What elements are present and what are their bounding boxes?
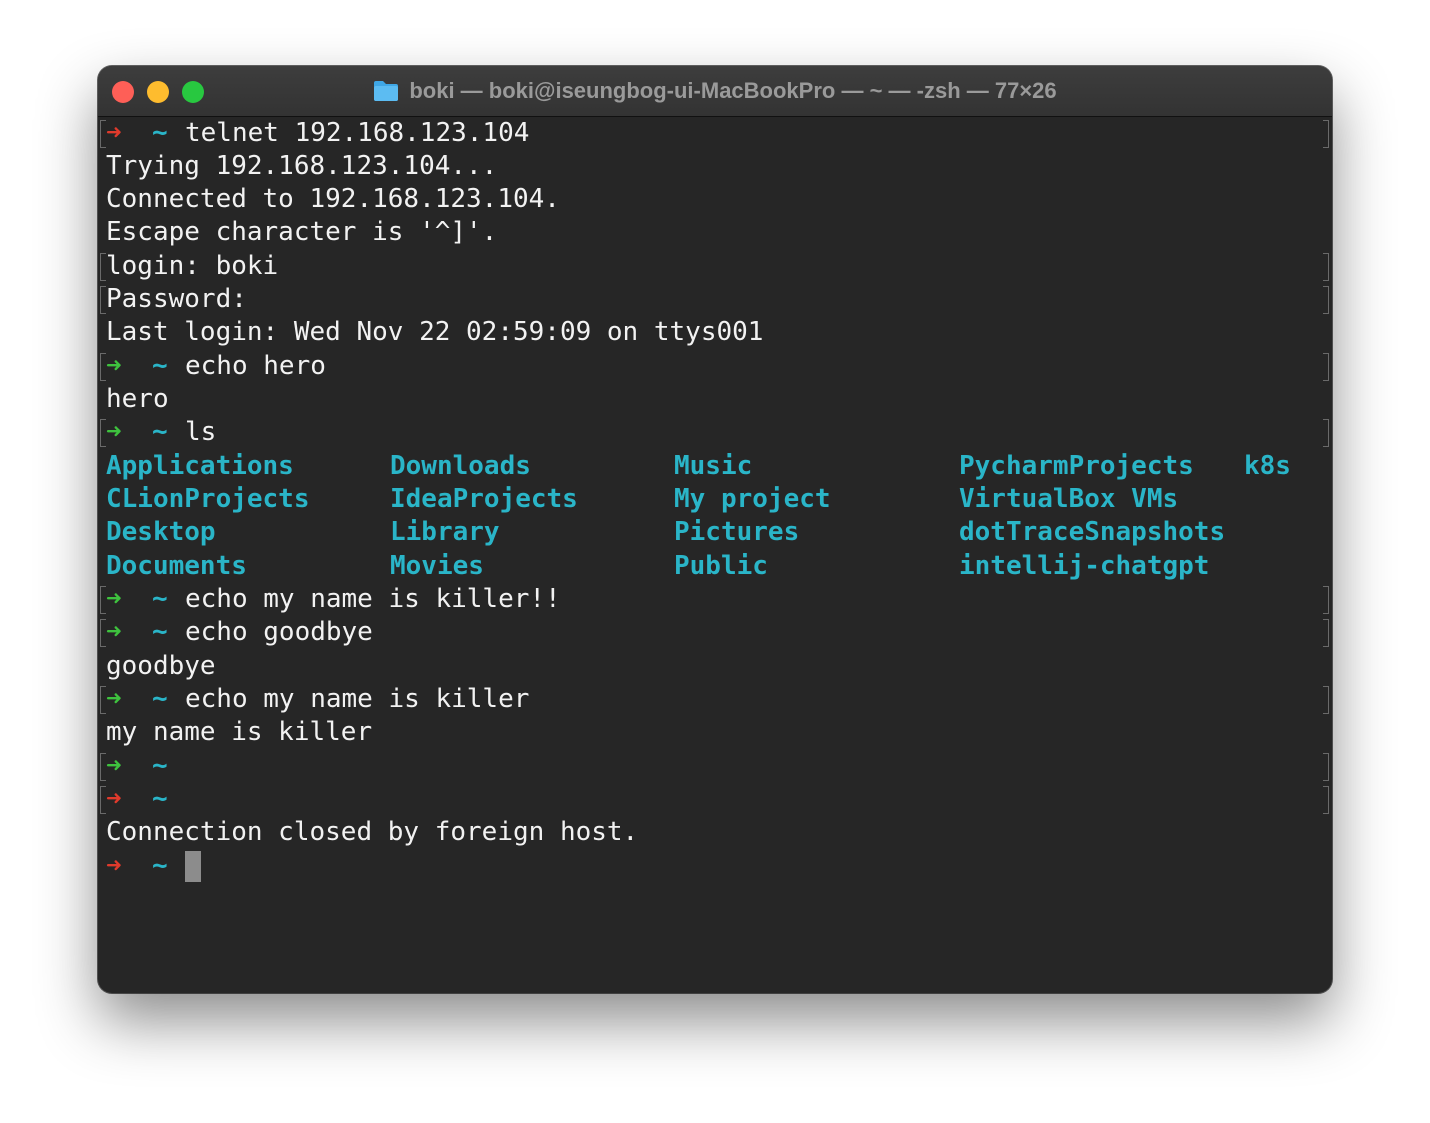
terminal-output[interactable]: ➜ ~ telnet 192.168.123.104 Trying 192.16… — [98, 117, 1332, 993]
dir-entry: Applications — [106, 451, 294, 481]
output-text: Password: — [106, 284, 247, 314]
command-text: ls — [185, 417, 217, 447]
prompt-arrow-icon: ➜ — [106, 617, 122, 647]
prompt-arrow-error-icon: ➜ — [106, 851, 122, 881]
mark-right — [1323, 786, 1329, 814]
prompt-line: ➜ ~ ls — [98, 416, 1332, 449]
output-line: Password: — [98, 283, 1332, 316]
dir-entry: k8s — [1244, 451, 1291, 481]
text-cursor[interactable] — [185, 851, 201, 882]
dir-entry: VirtualBox VMs — [959, 484, 1179, 514]
prompt-cwd: ~ — [152, 617, 168, 647]
window-title: boki — boki@iseungbog-ui-MacBookPro — ~ … — [409, 78, 1057, 103]
prompt-arrow-icon: ➜ — [106, 351, 122, 381]
prompt-line: ➜ ~ echo my name is killer — [98, 683, 1332, 716]
mark-right — [1323, 253, 1329, 281]
output-text: Last login: Wed Nov 22 02:59:09 on ttys0… — [106, 317, 764, 347]
dir-entry: CLionProjects — [106, 484, 310, 514]
prompt-cwd: ~ — [152, 417, 168, 447]
window-title-group: boki — boki@iseungbog-ui-MacBookPro — ~ … — [98, 66, 1332, 116]
output-line: Escape character is '^]'. — [98, 216, 1332, 249]
mark-right — [1323, 419, 1329, 447]
output-line: Connection closed by foreign host. — [98, 816, 1332, 849]
mark-right — [1323, 619, 1329, 647]
prompt-cwd: ~ — [152, 684, 168, 714]
mark-right — [1323, 353, 1329, 381]
mark-right — [1323, 120, 1329, 148]
title-bar[interactable]: boki — boki@iseungbog-ui-MacBookPro — ~ … — [98, 66, 1332, 117]
dir-entry: IdeaProjects — [390, 484, 578, 514]
output-text: login: boki — [106, 251, 279, 281]
output-text: my name is killer — [106, 717, 373, 747]
output-text: Connected to 192.168.123.104. — [106, 184, 560, 214]
dir-entry: Library — [390, 517, 500, 547]
output-line: goodbye — [98, 650, 1332, 683]
dir-entry: Documents — [106, 551, 247, 581]
mark-right — [1323, 286, 1329, 314]
prompt-arrow-icon: ➜ — [106, 684, 122, 714]
mark-right — [1323, 753, 1329, 781]
prompt-line: ➜ ~ telnet 192.168.123.104 — [98, 117, 1332, 150]
terminal-window: boki — boki@iseungbog-ui-MacBookPro — ~ … — [98, 66, 1332, 993]
output-line: login: boki — [98, 250, 1332, 283]
ls-row: Documents Movies Public intellij-chatgpt — [98, 550, 1332, 583]
prompt-cwd: ~ — [152, 851, 168, 881]
prompt-arrow-error-icon: ➜ — [106, 784, 122, 814]
prompt-line: ➜ ~ echo goodbye — [98, 616, 1332, 649]
output-text: hero — [106, 384, 169, 414]
command-text: echo hero — [185, 351, 326, 381]
command-text: telnet 192.168.123.104 — [185, 118, 530, 148]
prompt-line: ➜ ~ — [98, 783, 1332, 816]
prompt-arrow-icon: ➜ — [106, 751, 122, 781]
output-line: hero — [98, 383, 1332, 416]
command-text: echo my name is killer — [185, 684, 530, 714]
prompt-cwd: ~ — [152, 584, 168, 614]
prompt-cwd: ~ — [152, 351, 168, 381]
prompt-line: ➜ ~ echo hero — [98, 350, 1332, 383]
prompt-arrow-error-icon: ➜ — [106, 118, 122, 148]
mark-right — [1323, 686, 1329, 714]
command-text: echo my name is killer!! — [185, 584, 561, 614]
dir-entry: Pictures — [674, 517, 800, 547]
prompt-cwd: ~ — [152, 751, 168, 781]
prompt-line: ➜ ~ echo my name is killer!! — [98, 583, 1332, 616]
dir-entry: Desktop — [106, 517, 216, 547]
ls-row: Desktop Library Pictures dotTraceSnapsho… — [98, 516, 1332, 549]
output-line: Connected to 192.168.123.104. — [98, 183, 1332, 216]
prompt-line: ➜ ~ — [98, 750, 1332, 783]
prompt-cwd: ~ — [152, 118, 168, 148]
command-text: echo goodbye — [185, 617, 373, 647]
prompt-cwd: ~ — [152, 784, 168, 814]
prompt-arrow-icon: ➜ — [106, 417, 122, 447]
ls-row: Applications Downloads Music PycharmProj… — [98, 450, 1332, 483]
dir-entry: intellij-chatgpt — [959, 551, 1210, 581]
dir-entry: Downloads — [390, 451, 531, 481]
dir-entry: PycharmProjects — [959, 451, 1194, 481]
output-line: Trying 192.168.123.104... — [98, 150, 1332, 183]
current-prompt-line[interactable]: ➜ ~ — [98, 850, 1332, 883]
mark-right — [1323, 586, 1329, 614]
output-text: Escape character is '^]'. — [106, 217, 498, 247]
dir-entry: Music — [674, 451, 753, 481]
dir-entry: My project — [674, 484, 831, 514]
folder-icon — [374, 81, 399, 101]
dir-entry: dotTraceSnapshots — [959, 517, 1226, 547]
dir-entry: Public — [674, 551, 768, 581]
dir-entry: Movies — [390, 551, 484, 581]
output-line: my name is killer — [98, 716, 1332, 749]
ls-row: CLionProjects IdeaProjects My project Vi… — [98, 483, 1332, 516]
output-text: goodbye — [106, 651, 216, 681]
prompt-arrow-icon: ➜ — [106, 584, 122, 614]
output-text: Connection closed by foreign host. — [106, 817, 639, 847]
output-text: Trying 192.168.123.104... — [106, 151, 498, 181]
output-line: Last login: Wed Nov 22 02:59:09 on ttys0… — [98, 316, 1332, 349]
